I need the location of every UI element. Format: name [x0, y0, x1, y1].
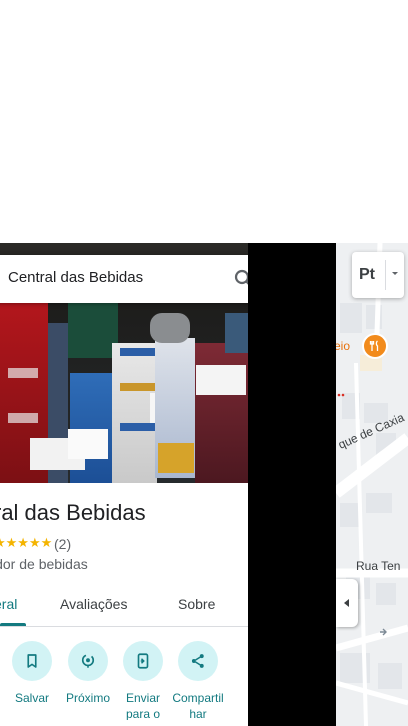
tab-reviews[interactable]: Avaliações [60, 596, 127, 612]
poi-label[interactable]: eio [336, 339, 350, 353]
nearby-icon [68, 641, 108, 681]
share-icon [178, 641, 218, 681]
layers-label: Pt [359, 266, 375, 283]
star-rating: ★★★★★ [0, 535, 53, 550]
blank-area [0, 0, 408, 243]
search-icon[interactable] [232, 267, 248, 291]
chevron-down-icon[interactable] [385, 260, 404, 290]
map-loading-area [248, 243, 336, 726]
map-view[interactable]: eio que de Caxia Rua Ten [336, 243, 408, 726]
nearby-label: Próximo [65, 691, 110, 705]
share-button[interactable]: Compartilhar [170, 641, 226, 722]
bookmark-icon [12, 641, 52, 681]
collapse-panel-button[interactable] [336, 579, 358, 627]
place-panel: Central das Bebidas ral das Bebidas ★★★★… [0, 243, 248, 726]
review-count[interactable]: (2) [54, 536, 71, 552]
divider [0, 626, 248, 627]
send-to-phone-label: Enviar para o [125, 691, 161, 720]
save-button[interactable]: Salvar [4, 641, 60, 706]
restaurant-pin-icon[interactable] [362, 333, 388, 359]
search-input[interactable]: Central das Bebidas [8, 269, 143, 286]
nearby-button[interactable]: Próximo [60, 641, 116, 706]
street-label: Rua Ten [356, 559, 401, 573]
place-title: ral das Bebidas [0, 500, 146, 525]
save-label: Salvar [14, 691, 49, 705]
share-label: Compartilhar [172, 691, 224, 721]
chevron-left-icon [344, 599, 349, 607]
place-category[interactable]: idor de bebidas [0, 556, 88, 572]
send-to-phone-button[interactable]: Enviar para o [115, 641, 171, 720]
search-box[interactable]: Central das Bebidas [0, 255, 248, 303]
tab-about[interactable]: Sobre [178, 596, 215, 612]
layers-button[interactable]: Pt [352, 252, 404, 298]
tab-overview[interactable]: eral [0, 596, 17, 612]
send-to-phone-icon [123, 641, 163, 681]
